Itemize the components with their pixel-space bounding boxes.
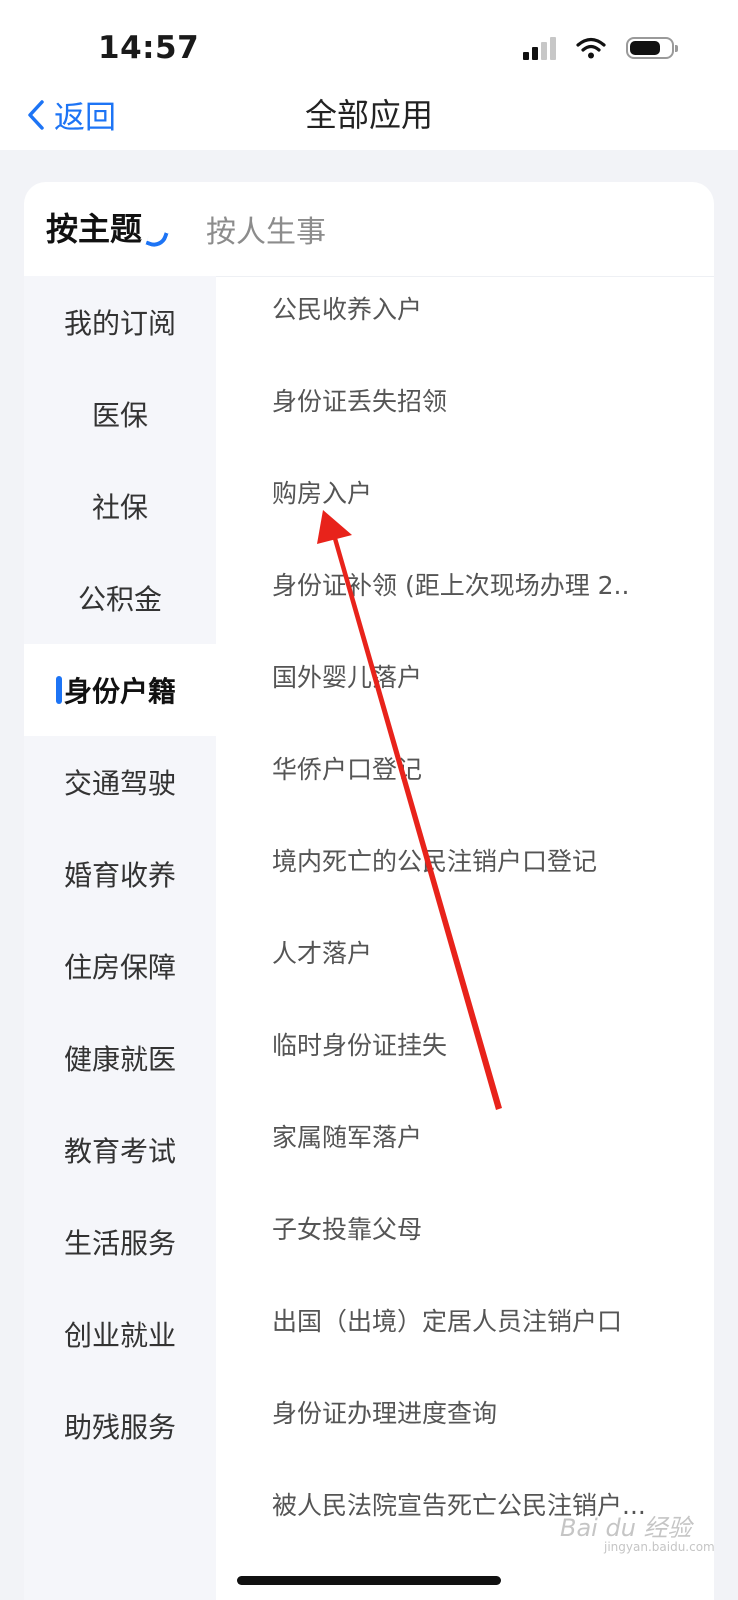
watermark-logo: Bai du 经验: [560, 1514, 692, 1542]
watermark-url: jingyan.baidu.com: [604, 1540, 715, 1554]
annotation-arrow: [317, 510, 502, 1110]
home-indicator[interactable]: [237, 1576, 501, 1585]
